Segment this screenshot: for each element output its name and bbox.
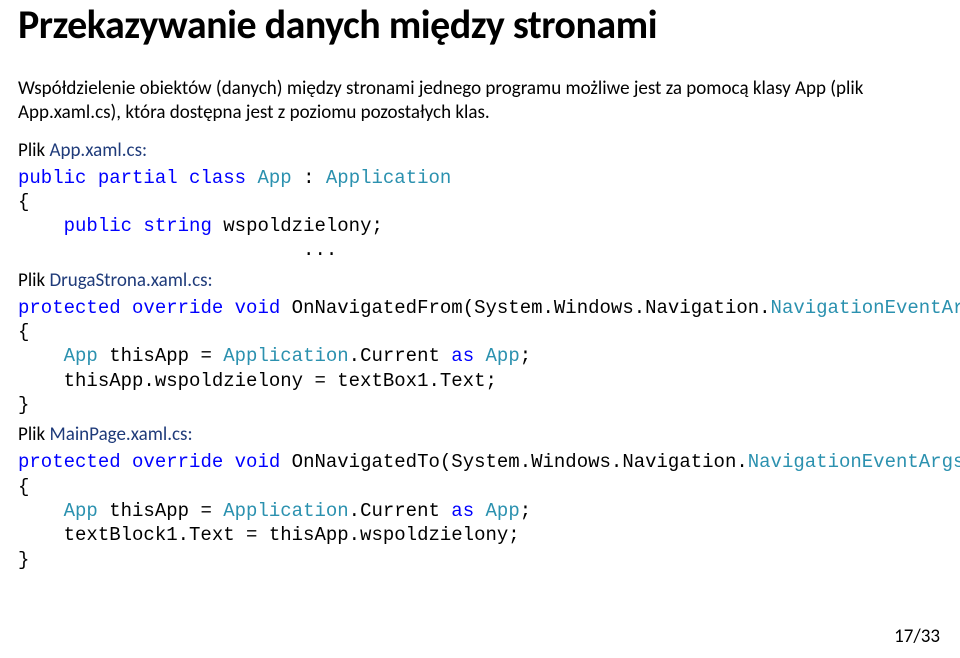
kw-override: override (121, 297, 224, 319)
kw-class: class (178, 167, 246, 189)
kw-public: public (18, 167, 86, 189)
method-onnavfrom: OnNavigatedFrom(System.Windows.Navigatio… (280, 297, 770, 319)
kw-partial: partial (86, 167, 177, 189)
assign-thisapp: thisApp = (98, 345, 223, 367)
type-application: Application (326, 167, 451, 189)
kw-string: string (132, 215, 212, 237)
stmt-assign-text: thisApp.wspoldzielony = textBox1.Text; (18, 370, 497, 392)
field-wspoldzielony: wspoldzielony; (212, 215, 383, 237)
dot-current: .Current (349, 345, 452, 367)
dot-current2: .Current (349, 500, 452, 522)
method-onnavto: OnNavigatedTo(System.Windows.Navigation. (280, 451, 747, 473)
file-label-druga: Plik DrugaStrona.xaml.cs: (18, 269, 942, 292)
type-naveventargs: NavigationEventArgs (771, 297, 960, 319)
slide-page: Przekazywanie danych między stronami Wsp… (0, 0, 960, 658)
code-block-app: public partial class App : Application {… (18, 166, 942, 263)
file-label-prefix: Plik (18, 269, 49, 292)
file-label-main: Plik MainPage.xaml.cs: (18, 423, 942, 446)
kw-as2: as (451, 500, 474, 522)
page-title: Przekazywanie danych między stronami (18, 0, 942, 49)
kw-as: as (451, 345, 474, 367)
type-app2: App (474, 345, 520, 367)
file-label-name: DrugaStrona.xaml.cs: (49, 269, 212, 292)
type-app: App (246, 167, 292, 189)
file-label-app: Plik App.xaml.cs: (18, 139, 942, 162)
brace-open: { (18, 321, 29, 343)
type-app3: App (474, 500, 520, 522)
brace-close: } (18, 394, 29, 416)
type-application2: Application (223, 345, 348, 367)
file-label-name: MainPage.xaml.cs: (49, 423, 192, 446)
sep-colon: : (292, 167, 326, 189)
type-naveventargs2: NavigationEventArgs (748, 451, 960, 473)
brace-open: { (18, 191, 29, 213)
stmt-read-text: textBlock1.Text = thisApp.wspoldzielony; (18, 524, 520, 546)
kw-void: void (223, 297, 280, 319)
kw-void2: void (223, 451, 280, 473)
ellipsis: ... (18, 239, 337, 261)
file-label-prefix: Plik (18, 423, 49, 446)
file-label-prefix: Plik (18, 139, 49, 162)
type-app-local: App (18, 345, 98, 367)
code-block-main: protected override void OnNavigatedTo(Sy… (18, 450, 942, 572)
semicolon: ; (520, 345, 531, 367)
kw-public2: public (18, 215, 132, 237)
brace-open2: { (18, 476, 29, 498)
page-number: 17/33 (894, 625, 940, 648)
kw-protected2: protected (18, 451, 121, 473)
file-label-name: App.xaml.cs: (49, 139, 147, 162)
type-application3: Application (223, 500, 348, 522)
type-app-local2: App (18, 500, 98, 522)
brace-close2: } (18, 549, 29, 571)
code-block-druga: protected override void OnNavigatedFrom(… (18, 296, 942, 418)
intro-paragraph: Współdzielenie obiektów (danych) między … (18, 77, 942, 125)
kw-protected: protected (18, 297, 121, 319)
kw-override2: override (121, 451, 224, 473)
semicolon2: ; (520, 500, 531, 522)
assign-thisapp2: thisApp = (98, 500, 223, 522)
